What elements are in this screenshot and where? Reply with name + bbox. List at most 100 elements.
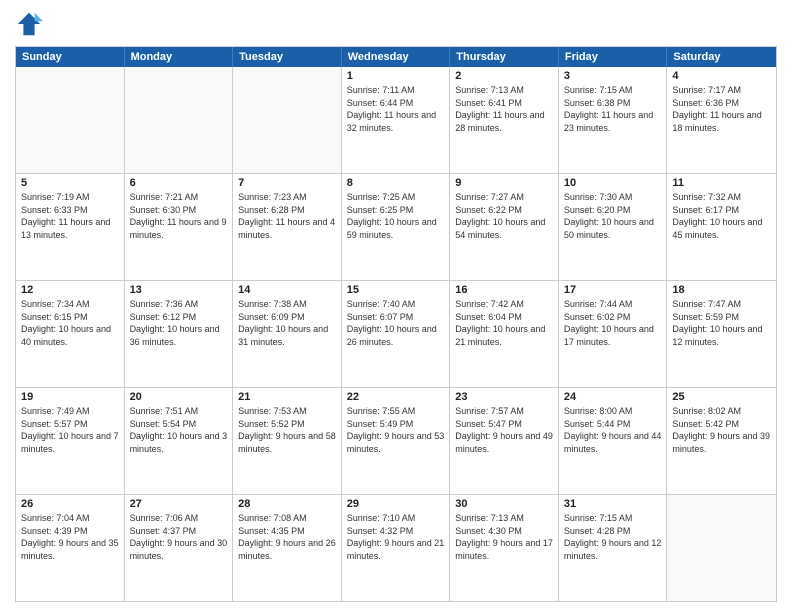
day-number: 4 [672,70,771,82]
calendar-body: 1 Sunrise: 7:11 AM Sunset: 6:44 PM Daylig… [16,67,776,601]
day-detail: Sunrise: 7:19 AM Sunset: 6:33 PM Dayligh… [21,191,119,241]
day-detail: Sunrise: 7:13 AM Sunset: 4:30 PM Dayligh… [455,512,553,562]
day-detail: Sunrise: 7:36 AM Sunset: 6:12 PM Dayligh… [130,298,228,348]
day-number: 16 [455,284,553,296]
day-number: 24 [564,391,662,403]
day-cell-16: 16 Sunrise: 7:42 AM Sunset: 6:04 PM Dayli… [450,281,559,387]
day-number: 13 [130,284,228,296]
day-number: 11 [672,177,771,189]
day-cell-3: 3Sunrise: 7:15 AM Sunset: 6:38 PM Daylig… [559,67,668,173]
day-detail: Sunrise: 7:53 AM Sunset: 5:52 PM Dayligh… [238,405,336,455]
weekday-header-wednesday: Wednesday [342,47,451,67]
day-cell-9: 9Sunrise: 7:27 AM Sunset: 6:22 PM Daylig… [450,174,559,280]
day-detail: Sunrise: 7:30 AM Sunset: 6:20 PM Dayligh… [564,191,662,241]
day-detail: Sunrise: 7:10 AM Sunset: 4:32 PM Dayligh… [347,512,445,562]
day-number: 31 [564,498,662,510]
weekday-header-sunday: Sunday [16,47,125,67]
day-cell-25: 25Sunrise: 8:02 AM Sunset: 5:42 PM Dayli… [667,388,776,494]
day-number: 3 [564,70,662,82]
day-number: 14 [238,284,336,296]
day-cell-4: 4 Sunrise: 7:17 AM Sunset: 6:36 PM Daylig… [667,67,776,173]
day-number: 26 [21,498,119,510]
day-number: 17 [564,284,662,296]
day-cell-12: 12 Sunrise: 7:34 AM Sunset: 6:15 PM Dayli… [16,281,125,387]
day-number: 28 [238,498,336,510]
day-detail: Sunrise: 7:15 AM Sunset: 4:28 PM Dayligh… [564,512,662,562]
day-number: 27 [130,498,228,510]
day-detail: Sunrise: 7:55 AM Sunset: 5:49 PM Dayligh… [347,405,445,455]
day-cell-empty-4-6 [667,495,776,601]
day-detail: Sunrise: 7:32 AM Sunset: 6:17 PM Dayligh… [672,191,771,241]
day-number: 1 [347,70,445,82]
day-number: 8 [347,177,445,189]
day-number: 2 [455,70,553,82]
day-detail: Sunrise: 7:44 AM Sunset: 6:02 PM Dayligh… [564,298,662,348]
day-number: 12 [21,284,119,296]
day-number: 10 [564,177,662,189]
day-cell-empty-0-0 [16,67,125,173]
day-detail: Sunrise: 8:00 AM Sunset: 5:44 PM Dayligh… [564,405,662,455]
day-detail: Sunrise: 7:40 AM Sunset: 6:07 PM Dayligh… [347,298,445,348]
day-number: 20 [130,391,228,403]
day-detail: Sunrise: 7:23 AM Sunset: 6:28 PM Dayligh… [238,191,336,241]
day-cell-24: 24 Sunrise: 8:00 AM Sunset: 5:44 PM Dayli… [559,388,668,494]
day-cell-21: 21Sunrise: 7:53 AM Sunset: 5:52 PM Dayli… [233,388,342,494]
calendar-row-3: 19 Sunrise: 7:49 AM Sunset: 5:57 PM Dayli… [16,387,776,494]
day-detail: Sunrise: 7:04 AM Sunset: 4:39 PM Dayligh… [21,512,119,562]
day-cell-28: 28 Sunrise: 7:08 AM Sunset: 4:35 PM Dayli… [233,495,342,601]
day-number: 5 [21,177,119,189]
day-detail: Sunrise: 7:57 AM Sunset: 5:47 PM Dayligh… [455,405,553,455]
day-detail: Sunrise: 7:51 AM Sunset: 5:54 PM Dayligh… [130,405,228,455]
calendar-row-4: 26 Sunrise: 7:04 AM Sunset: 4:39 PM Dayli… [16,494,776,601]
day-cell-29: 29Sunrise: 7:10 AM Sunset: 4:32 PM Dayli… [342,495,451,601]
day-cell-5: 5 Sunrise: 7:19 AM Sunset: 6:33 PM Daylig… [16,174,125,280]
day-cell-14: 14 Sunrise: 7:38 AM Sunset: 6:09 PM Dayli… [233,281,342,387]
day-cell-11: 11 Sunrise: 7:32 AM Sunset: 6:17 PM Dayli… [667,174,776,280]
day-cell-18: 18 Sunrise: 7:47 AM Sunset: 5:59 PM Dayli… [667,281,776,387]
logo-icon [15,10,43,38]
day-detail: Sunrise: 7:25 AM Sunset: 6:25 PM Dayligh… [347,191,445,241]
page: SundayMondayTuesdayWednesdayThursdayFrid… [0,0,792,612]
day-cell-23: 23Sunrise: 7:57 AM Sunset: 5:47 PM Dayli… [450,388,559,494]
day-cell-27: 27 Sunrise: 7:06 AM Sunset: 4:37 PM Dayli… [125,495,234,601]
day-detail: Sunrise: 7:17 AM Sunset: 6:36 PM Dayligh… [672,84,771,134]
calendar: SundayMondayTuesdayWednesdayThursdayFrid… [15,46,777,602]
calendar-row-2: 12 Sunrise: 7:34 AM Sunset: 6:15 PM Dayli… [16,280,776,387]
day-cell-17: 17 Sunrise: 7:44 AM Sunset: 6:02 PM Dayli… [559,281,668,387]
day-cell-1: 1 Sunrise: 7:11 AM Sunset: 6:44 PM Daylig… [342,67,451,173]
day-number: 30 [455,498,553,510]
day-cell-15: 15 Sunrise: 7:40 AM Sunset: 6:07 PM Dayli… [342,281,451,387]
day-cell-22: 22Sunrise: 7:55 AM Sunset: 5:49 PM Dayli… [342,388,451,494]
day-cell-13: 13 Sunrise: 7:36 AM Sunset: 6:12 PM Dayli… [125,281,234,387]
day-detail: Sunrise: 7:49 AM Sunset: 5:57 PM Dayligh… [21,405,119,455]
day-detail: Sunrise: 8:02 AM Sunset: 5:42 PM Dayligh… [672,405,771,455]
day-number: 19 [21,391,119,403]
day-detail: Sunrise: 7:34 AM Sunset: 6:15 PM Dayligh… [21,298,119,348]
day-cell-empty-0-2 [233,67,342,173]
day-number: 18 [672,284,771,296]
day-detail: Sunrise: 7:47 AM Sunset: 5:59 PM Dayligh… [672,298,771,348]
day-number: 6 [130,177,228,189]
day-cell-30: 30 Sunrise: 7:13 AM Sunset: 4:30 PM Dayli… [450,495,559,601]
day-detail: Sunrise: 7:06 AM Sunset: 4:37 PM Dayligh… [130,512,228,562]
day-cell-8: 8 Sunrise: 7:25 AM Sunset: 6:25 PM Daylig… [342,174,451,280]
weekday-header-saturday: Saturday [667,47,776,67]
day-detail: Sunrise: 7:13 AM Sunset: 6:41 PM Dayligh… [455,84,553,134]
weekday-header-monday: Monday [125,47,234,67]
day-detail: Sunrise: 7:38 AM Sunset: 6:09 PM Dayligh… [238,298,336,348]
day-detail: Sunrise: 7:11 AM Sunset: 6:44 PM Dayligh… [347,84,445,134]
day-cell-26: 26 Sunrise: 7:04 AM Sunset: 4:39 PM Dayli… [16,495,125,601]
weekday-header-friday: Friday [559,47,668,67]
day-detail: Sunrise: 7:08 AM Sunset: 4:35 PM Dayligh… [238,512,336,562]
day-cell-2: 2 Sunrise: 7:13 AM Sunset: 6:41 PM Daylig… [450,67,559,173]
day-detail: Sunrise: 7:42 AM Sunset: 6:04 PM Dayligh… [455,298,553,348]
day-cell-20: 20 Sunrise: 7:51 AM Sunset: 5:54 PM Dayli… [125,388,234,494]
header [15,10,777,38]
day-cell-10: 10 Sunrise: 7:30 AM Sunset: 6:20 PM Dayli… [559,174,668,280]
weekday-header-thursday: Thursday [450,47,559,67]
day-detail: Sunrise: 7:27 AM Sunset: 6:22 PM Dayligh… [455,191,553,241]
day-number: 15 [347,284,445,296]
weekday-header-tuesday: Tuesday [233,47,342,67]
day-detail: Sunrise: 7:21 AM Sunset: 6:30 PM Dayligh… [130,191,228,241]
day-cell-31: 31 Sunrise: 7:15 AM Sunset: 4:28 PM Dayli… [559,495,668,601]
